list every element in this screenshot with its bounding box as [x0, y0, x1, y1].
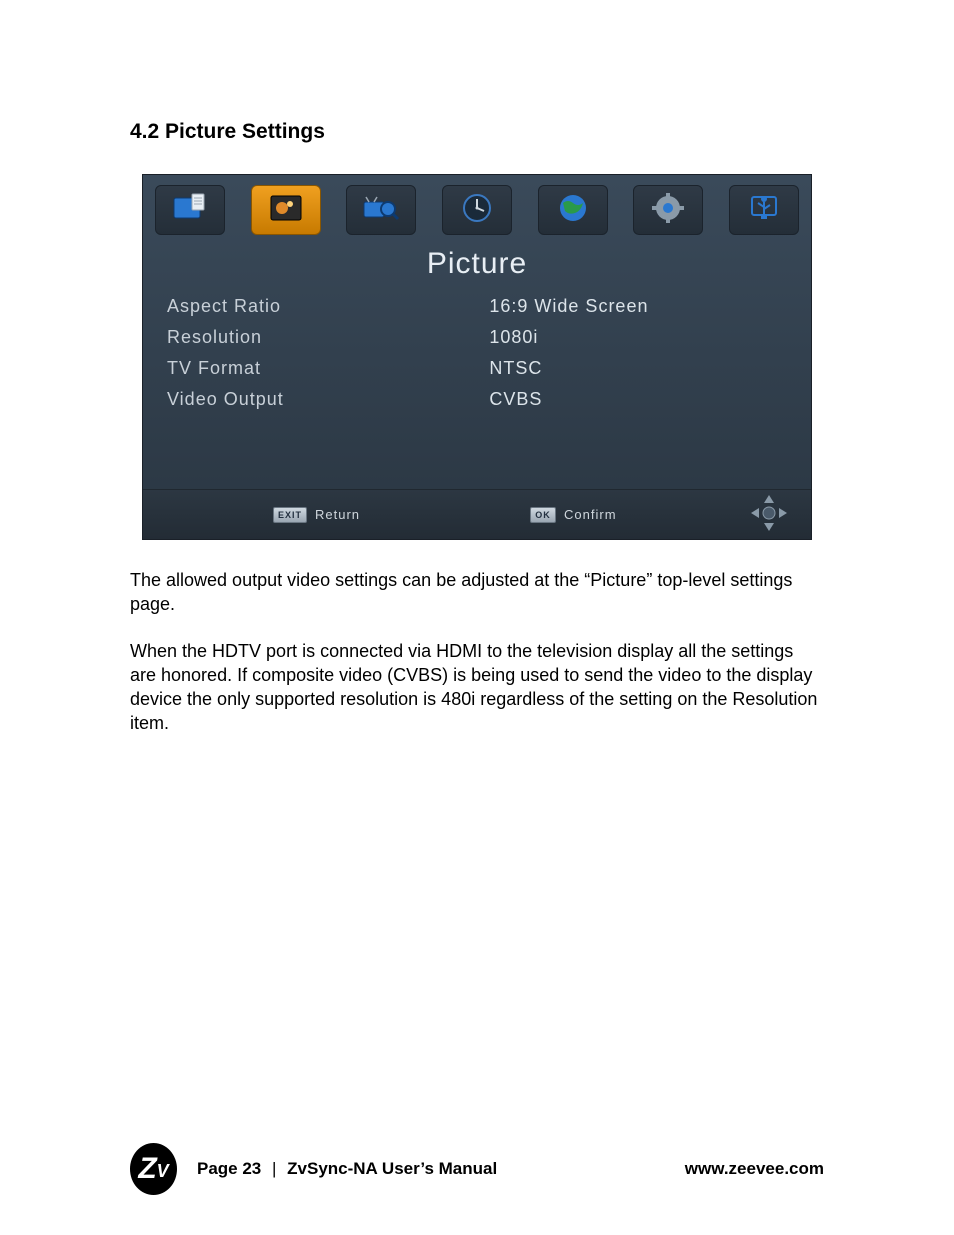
- setting-row-tv-format[interactable]: TV Format NTSC: [167, 353, 787, 384]
- picture-icon: [266, 191, 306, 230]
- search-icon: [361, 191, 401, 230]
- zv-logo: ZV: [130, 1143, 177, 1195]
- search-tab[interactable]: [346, 185, 416, 235]
- osd-footer-bar: EXIT Return OK Confirm: [143, 489, 811, 539]
- dpad-icon: [749, 493, 789, 533]
- osd-settings-list: Aspect Ratio 16:9 Wide Screen Resolution…: [143, 291, 811, 415]
- setting-value: 1080i: [489, 327, 787, 348]
- footer-left: Page 23 | ZvSync-NA User’s Manual: [197, 1159, 497, 1179]
- setting-label: Resolution: [167, 327, 489, 348]
- footer-hint-confirm: OK Confirm: [530, 507, 617, 523]
- setting-row-resolution[interactable]: Resolution 1080i: [167, 322, 787, 353]
- usb-icon: [744, 191, 784, 230]
- logo-letter-z: Z: [138, 1154, 156, 1184]
- setting-value: NTSC: [489, 358, 787, 379]
- picture-tab[interactable]: [251, 185, 321, 235]
- time-tab[interactable]: [442, 185, 512, 235]
- setting-row-video-output[interactable]: Video Output CVBS: [167, 384, 787, 415]
- osd-tab-strip: [143, 175, 811, 241]
- clock-icon: [457, 191, 497, 230]
- exit-key-icon: EXIT: [273, 507, 307, 523]
- manual-title: ZvSync-NA User’s Manual: [287, 1159, 497, 1178]
- osd-panel-title: Picture: [143, 241, 811, 291]
- language-tab[interactable]: [538, 185, 608, 235]
- usb-tab[interactable]: [729, 185, 799, 235]
- section-heading: 4.2 Picture Settings: [130, 120, 824, 144]
- ok-key-icon: OK: [530, 507, 556, 523]
- logo-letter-v: V: [157, 1161, 169, 1182]
- setting-label: TV Format: [167, 358, 489, 379]
- page-footer: ZV Page 23 | ZvSync-NA User’s Manual www…: [0, 1143, 954, 1195]
- setting-value: CVBS: [489, 389, 787, 410]
- footer-hint-return: EXIT Return: [273, 507, 360, 523]
- system-tab[interactable]: [633, 185, 703, 235]
- osd-screenshot: Picture Aspect Ratio 16:9 Wide Screen Re…: [142, 174, 812, 540]
- program-icon: [170, 191, 210, 230]
- setting-label: Aspect Ratio: [167, 296, 489, 317]
- ok-key-label: Confirm: [564, 507, 617, 522]
- paragraph-2: When the HDTV port is connected via HDMI…: [130, 639, 824, 736]
- globe-icon: [553, 191, 593, 230]
- paragraph-1: The allowed output video settings can be…: [130, 568, 824, 617]
- setting-row-aspect-ratio[interactable]: Aspect Ratio 16:9 Wide Screen: [167, 291, 787, 322]
- page-number: Page 23: [197, 1159, 261, 1178]
- setting-label: Video Output: [167, 389, 489, 410]
- body-text: The allowed output video settings can be…: [130, 568, 824, 736]
- gear-icon: [648, 191, 688, 230]
- footer-url: www.zeevee.com: [685, 1159, 824, 1179]
- exit-key-label: Return: [315, 507, 360, 522]
- document-page: 4.2 Picture Settings: [0, 0, 954, 1235]
- program-tab[interactable]: [155, 185, 225, 235]
- footer-separator: |: [272, 1159, 276, 1178]
- setting-value: 16:9 Wide Screen: [489, 296, 787, 317]
